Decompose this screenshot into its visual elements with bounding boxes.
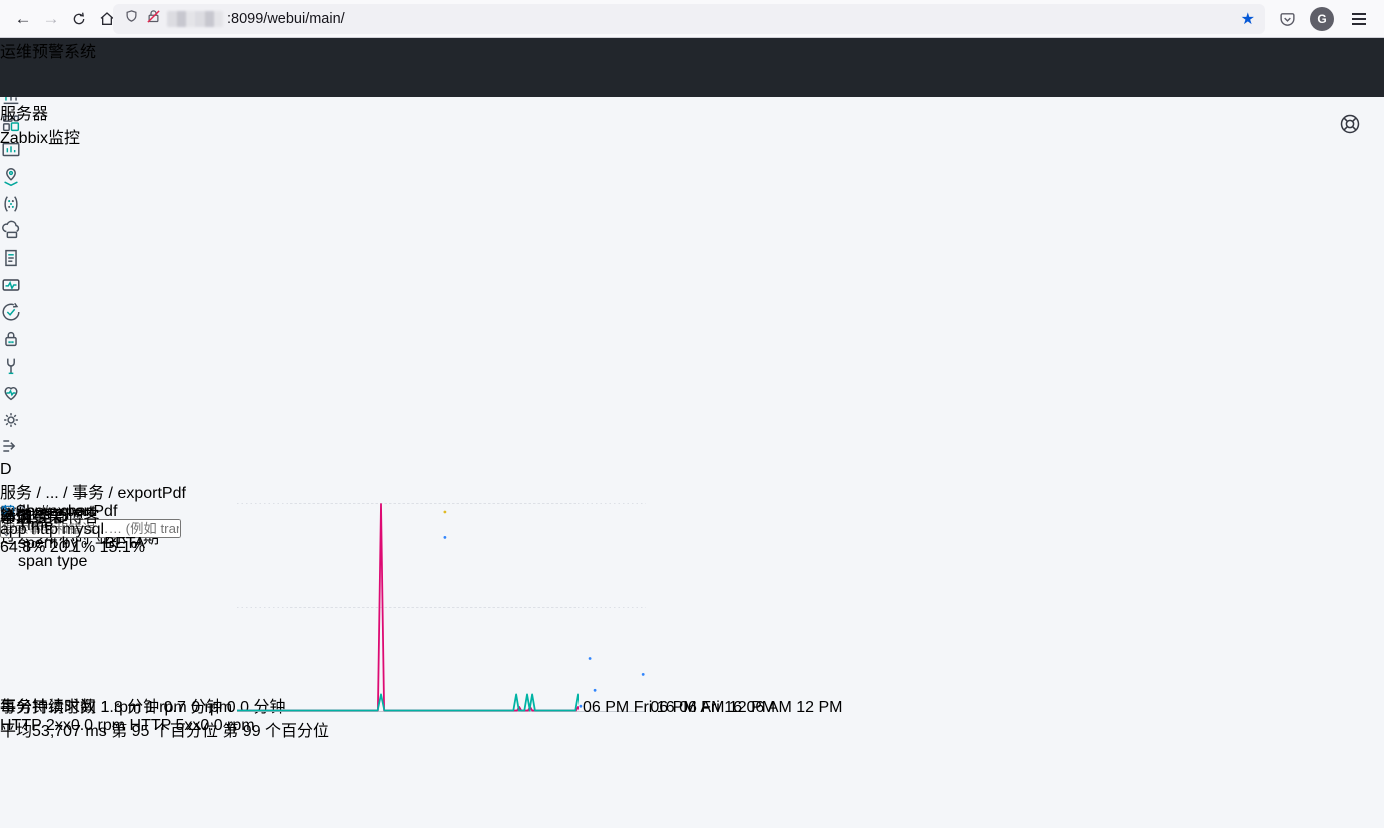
insecure-lock-icon[interactable] bbox=[146, 9, 161, 29]
y-tick: 1 rpm bbox=[145, 699, 187, 716]
browser-toolbar: ← → :8099/webui/main/ ★ G bbox=[0, 0, 1384, 38]
screen: ← → :8099/webui/main/ ★ G 运维预警系统 服务器 Zab… bbox=[0, 0, 1384, 828]
legend-item[interactable]: HTTP 2xx0.0 rpm bbox=[0, 717, 125, 734]
y-tick: 1 rpm bbox=[100, 699, 142, 716]
menu-hamburger-icon[interactable] bbox=[1344, 4, 1374, 34]
censored-company-logo bbox=[0, 38, 152, 97]
breadcrumb: 服务 / ... / 事务 / exportPdf bbox=[0, 479, 1384, 503]
sidebar-item-label: Zabbix监控 bbox=[0, 130, 81, 147]
logs-icon[interactable] bbox=[0, 247, 1384, 274]
y-tick: 0 rpm bbox=[191, 699, 233, 716]
sidebar-item-servers[interactable]: 服务器 bbox=[0, 100, 96, 124]
legend-label: HTTP 5xx bbox=[129, 717, 201, 734]
legend-label: HTTP 2xx bbox=[0, 717, 71, 734]
canvas-icon[interactable] bbox=[0, 139, 1384, 166]
collapse-nav-icon[interactable] bbox=[0, 436, 1384, 461]
management-gear-icon[interactable] bbox=[0, 409, 1384, 436]
space-badge[interactable]: D bbox=[0, 461, 1384, 479]
x-tick: 06 AM bbox=[679, 699, 725, 716]
breadcrumb-separator: / bbox=[63, 485, 68, 502]
bookmark-star-icon[interactable]: ★ bbox=[1241, 9, 1255, 29]
siem-lock-icon[interactable] bbox=[0, 328, 1384, 355]
monitoring-heart-icon[interactable] bbox=[0, 382, 1384, 409]
watermark: @51CTO博客 bbox=[0, 509, 100, 526]
tracking-shield-icon[interactable] bbox=[124, 9, 139, 29]
legend-value: 0.0 rpm bbox=[200, 717, 255, 734]
back-icon[interactable]: ← bbox=[8, 4, 38, 34]
chart-title: 每分钟请求数 bbox=[0, 699, 97, 716]
app-title: 运维预警系统 bbox=[0, 44, 97, 61]
censored-host bbox=[167, 11, 223, 27]
reload-icon[interactable] bbox=[64, 4, 94, 34]
breadcrumb-current: exportPdf bbox=[117, 485, 186, 502]
help-icon[interactable] bbox=[1338, 112, 1362, 141]
sidebar-item-zabbix[interactable]: Zabbix监控 bbox=[0, 124, 96, 148]
legend-item[interactable]: HTTP 5xx0.0 rpm bbox=[130, 717, 255, 734]
url-text[interactable]: :8099/webui/main/ bbox=[227, 11, 345, 27]
requests-per-minute-panel: 每分钟请求数 1 rpm 1 rpm 0 rpm 06 PM Fri 16 06… bbox=[0, 503, 775, 735]
breadcrumb-ellipsis[interactable]: ... bbox=[45, 485, 58, 502]
breadcrumb-services[interactable]: 服务 bbox=[0, 485, 32, 502]
legend-value: 0.0 rpm bbox=[70, 717, 126, 734]
breadcrumb-separator: / bbox=[36, 485, 41, 502]
uptime-icon[interactable] bbox=[0, 301, 1384, 328]
rpm-chart-legend: HTTP 2xx0.0 rpm HTTP 5xx0.0 rpm bbox=[0, 717, 775, 735]
dashboard-icon[interactable] bbox=[0, 112, 1384, 139]
sidebar-item-label: 服务器 bbox=[0, 106, 49, 123]
maps-pin-icon[interactable] bbox=[0, 166, 1384, 193]
url-bar[interactable]: :8099/webui/main/ ★ bbox=[113, 4, 1265, 34]
apm-icon[interactable] bbox=[0, 274, 1384, 301]
forward-icon[interactable]: → bbox=[36, 4, 66, 34]
app-header: 运维预警系统 bbox=[0, 38, 1384, 97]
x-tick: 06 PM bbox=[583, 699, 630, 716]
devtools-wrench-icon[interactable] bbox=[0, 355, 1384, 382]
rpm-chart-plot[interactable] bbox=[236, 503, 582, 712]
profile-avatar[interactable]: G bbox=[1310, 7, 1334, 31]
machine-learning-icon[interactable] bbox=[0, 193, 1384, 220]
x-tick: 12 PM bbox=[796, 699, 843, 716]
breadcrumb-separator: / bbox=[108, 485, 113, 502]
x-tick: Fri 16 bbox=[633, 699, 675, 716]
infrastructure-icon[interactable] bbox=[0, 220, 1384, 247]
pocket-icon[interactable] bbox=[1272, 4, 1302, 34]
breadcrumb-transactions[interactable]: 事务 bbox=[72, 485, 104, 502]
x-tick: 12 PM bbox=[728, 699, 776, 716]
